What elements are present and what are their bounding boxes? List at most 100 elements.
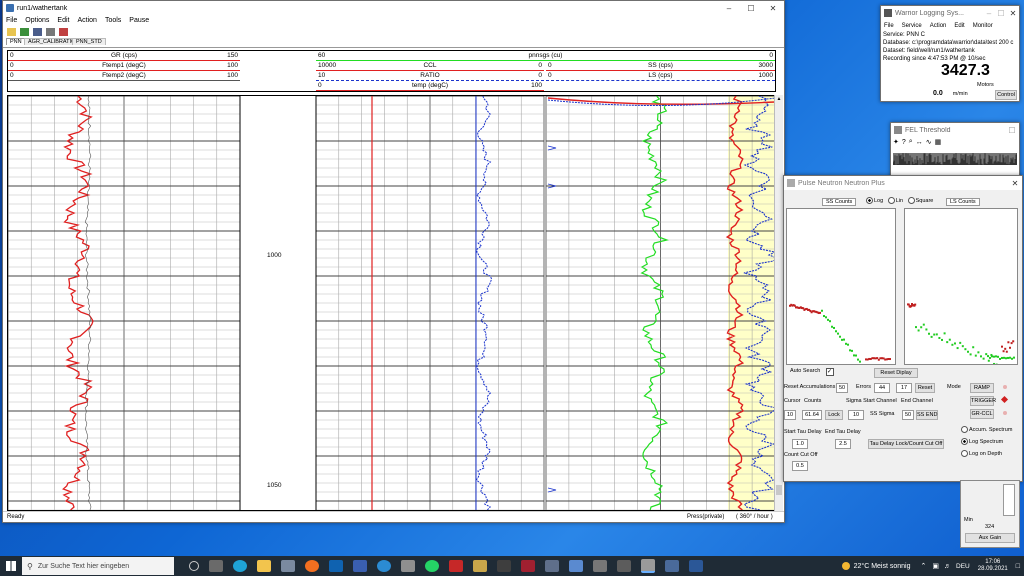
save-icon[interactable] (33, 27, 42, 36)
logging-menu-monitor[interactable]: Monitor (973, 23, 993, 29)
weather-text[interactable]: 22°C Meist sonnig (854, 563, 911, 570)
pictures-app-icon[interactable] (521, 560, 535, 572)
count-cut-off-field[interactable]: 0.5 (792, 461, 808, 471)
firefox-icon[interactable] (305, 560, 319, 572)
pan-icon[interactable]: ↔ (916, 139, 923, 146)
teams-icon[interactable] (353, 560, 367, 572)
log-plot[interactable] (7, 95, 776, 511)
logging-maximize-icon[interactable]: ☐ (995, 9, 1007, 18)
start-tau-field[interactable]: 1.0 (792, 439, 808, 449)
compass-app-icon[interactable] (569, 560, 583, 572)
radio-square[interactable]: Square (907, 197, 933, 204)
logging-titlebar[interactable]: Warrior Logging Sys... – ☐ ✕ (881, 6, 1019, 20)
calculator-icon[interactable] (617, 560, 631, 572)
weather-icon[interactable] (841, 562, 850, 570)
menu-edit[interactable]: Edit (57, 17, 69, 24)
outlook-icon[interactable] (329, 560, 343, 572)
sigma-start-field[interactable]: 10 (848, 410, 864, 420)
logging-menu-edit[interactable]: Edit (954, 23, 964, 29)
file-explorer-icon[interactable] (257, 560, 271, 572)
aux-gain-button[interactable]: Aux Gain (965, 533, 1015, 543)
logging-menu-service[interactable]: Service (902, 23, 922, 29)
whatsapp-icon[interactable] (425, 560, 439, 572)
menu-action[interactable]: Action (77, 17, 96, 24)
zoom-icon[interactable]: ⌕ (909, 138, 913, 146)
reset-accumulations-field[interactable]: 50 (836, 383, 848, 393)
radio-log-spectrum[interactable]: Log Spectrum (961, 436, 1012, 448)
network-icon[interactable]: ▣ (932, 562, 939, 570)
edge-browser-icon[interactable] (233, 560, 247, 572)
menu-file[interactable]: File (6, 17, 17, 24)
radio-lin[interactable]: Lin (887, 197, 903, 204)
print-icon[interactable] (46, 27, 55, 36)
maximize-icon[interactable]: ☐ (740, 4, 762, 13)
start-icon[interactable] (6, 561, 16, 571)
radio-log[interactable]: Log (866, 197, 883, 204)
tab-pnn-std[interactable]: PNN_STD (72, 38, 106, 45)
taskbar-app-files-icon[interactable] (209, 560, 223, 572)
end-tau-field[interactable]: 2.5 (835, 439, 851, 449)
logging-close-icon[interactable]: ✕ (1007, 9, 1019, 18)
menu-tools[interactable]: Tools (105, 17, 121, 24)
tool-app-icon[interactable] (545, 560, 559, 572)
toolbox-icon[interactable] (473, 560, 487, 572)
notification-icon[interactable]: □ (1016, 563, 1020, 570)
ls-spectrum-point (938, 336, 941, 339)
media-app-icon[interactable] (497, 560, 511, 572)
radio-log-on-depth[interactable]: Log on Depth (961, 448, 1012, 460)
lock-button[interactable]: Lock (825, 410, 843, 420)
pnn-close-icon[interactable]: ✕ (1008, 179, 1022, 188)
logging-menu-action[interactable]: Action (930, 23, 947, 29)
tray-chevron-icon[interactable]: ⌃ (921, 562, 927, 570)
sigma-start-label: Sigma Start Channel (846, 398, 897, 404)
threshold-titlebar[interactable]: FEL Threshold ☐ (891, 123, 1019, 137)
logging-minimize-icon[interactable]: – (983, 9, 995, 18)
menu-options[interactable]: Options (25, 17, 49, 24)
reset-display-button[interactable]: Reset Diplay (874, 368, 918, 378)
tab-pnn[interactable]: PNN (6, 38, 26, 45)
monitor-app-icon[interactable] (665, 560, 679, 572)
taskbar-search[interactable]: ⚲ Zur Suche Text hier eingeben (22, 557, 174, 575)
cursor-field[interactable]: 10 (784, 410, 796, 420)
grid-icon[interactable]: ▦ (935, 138, 942, 146)
volume-icon[interactable]: ♬ (944, 563, 951, 570)
scroll-up-icon[interactable]: ▲ (775, 95, 783, 103)
box-app-icon[interactable] (593, 560, 607, 572)
task-view-icon[interactable] (189, 561, 199, 571)
chrome-icon[interactable] (377, 560, 391, 572)
gr-ccl-button[interactable]: GR-CCL (970, 409, 994, 419)
record-icon[interactable] (20, 27, 29, 36)
radio-accum-spectrum[interactable]: Accum. Spectrum (961, 424, 1012, 436)
logging-menu-file[interactable]: File (884, 23, 894, 29)
trigger-button[interactable]: TRIGGER (970, 396, 996, 406)
tau-delay-lock-button[interactable]: Tau Delay Lock/Count Cut Off (868, 439, 944, 449)
ls-spectrum-point (967, 350, 969, 353)
end-channel-field[interactable]: 50 (902, 410, 914, 420)
generic-app-icon[interactable] (401, 560, 415, 572)
vertical-scrollbar[interactable]: ▲ (774, 95, 783, 511)
scroll-thumb[interactable] (776, 485, 782, 495)
close-icon[interactable]: ✕ (762, 4, 784, 13)
control-button[interactable]: Control (995, 90, 1017, 100)
auto-search-checkbox[interactable]: ✓ (826, 368, 834, 376)
language-indicator[interactable]: DEU (956, 563, 970, 570)
warrior-active-icon[interactable] (641, 559, 655, 573)
main-titlebar[interactable]: run1/wathertank – ☐ ✕ (3, 1, 784, 15)
pnn-titlebar[interactable]: Pulse Neutron Neutron Plus ✕ (784, 176, 1022, 190)
red-app-icon[interactable] (449, 560, 463, 572)
gain-slider[interactable] (1003, 484, 1015, 516)
word-icon[interactable] (689, 560, 703, 572)
reset-button[interactable]: Reset (915, 383, 935, 393)
mail-icon[interactable] (281, 560, 295, 572)
clock[interactable]: 17:06 28.09.2021 (978, 559, 1008, 573)
minimize-icon[interactable]: – (718, 4, 740, 13)
ramp-button[interactable]: RAMP (970, 383, 994, 393)
ss-end-button[interactable]: SS END (916, 410, 938, 420)
threshold-close-icon[interactable]: ☐ (1005, 126, 1019, 135)
help-icon[interactable]: ? (902, 139, 906, 146)
menu-pause[interactable]: Pause (129, 17, 149, 24)
open-folder-icon[interactable] (7, 27, 16, 36)
graph-icon[interactable]: ∿ (926, 138, 932, 146)
settings-icon[interactable] (59, 27, 68, 36)
cursor-tool-icon[interactable]: ✦ (893, 138, 899, 146)
